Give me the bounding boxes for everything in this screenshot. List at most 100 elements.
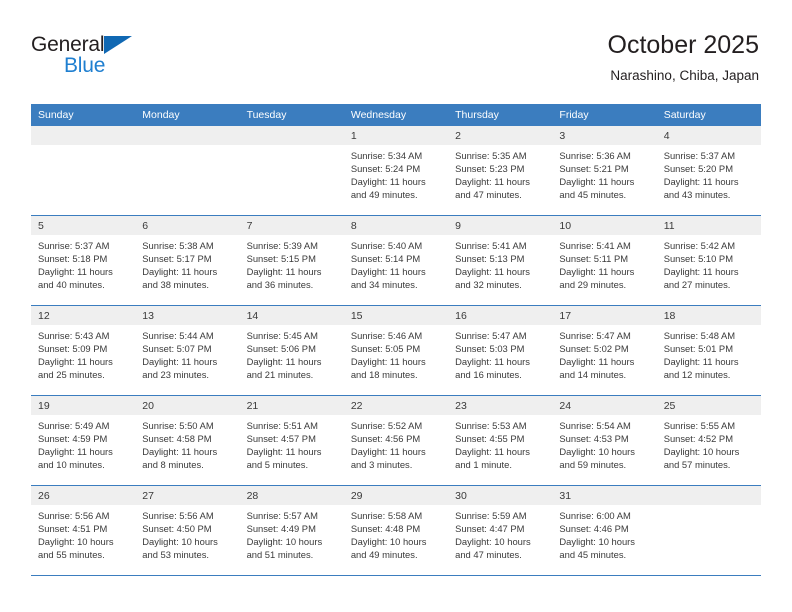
day-details: Sunrise: 5:47 AM Sunset: 5:02 PM Dayligh… xyxy=(552,325,656,382)
day-number xyxy=(656,486,761,505)
day-cell[interactable]: 13 Sunrise: 5:44 AM Sunset: 5:07 PM Dayl… xyxy=(135,305,240,396)
day-details: Sunrise: 5:43 AM Sunset: 5:09 PM Dayligh… xyxy=(31,325,135,382)
day-cell[interactable]: 5 Sunrise: 5:37 AM Sunset: 5:18 PM Dayli… xyxy=(31,215,136,306)
day-cell[interactable]: 21 Sunrise: 5:51 AM Sunset: 4:57 PM Dayl… xyxy=(239,395,344,486)
day-cell[interactable]: 29 Sunrise: 5:58 AM Sunset: 4:48 PM Dayl… xyxy=(343,485,449,576)
daylight-text-line2: and 40 minutes. xyxy=(38,278,105,290)
day-cell[interactable] xyxy=(31,126,136,216)
sunset-text: Sunset: 4:55 PM xyxy=(455,432,525,444)
daylight-text-line2: and 3 minutes. xyxy=(350,458,413,470)
day-number: 10 xyxy=(552,216,657,235)
day-cell[interactable]: 22 Sunrise: 5:52 AM Sunset: 4:56 PM Dayl… xyxy=(343,395,449,486)
day-number: 23 xyxy=(448,396,553,415)
sunrise-text: Sunrise: 5:47 AM xyxy=(559,330,631,341)
daylight-text-line1: Daylight: 11 hours xyxy=(246,265,322,277)
day-number: 3 xyxy=(552,126,657,145)
sunset-text: Sunset: 4:53 PM xyxy=(559,432,629,444)
daylight-text-line1: Daylight: 11 hours xyxy=(455,445,530,457)
sunset-text: Sunset: 5:10 PM xyxy=(663,252,733,264)
calendar-week-row: 12 Sunrise: 5:43 AM Sunset: 5:09 PM Dayl… xyxy=(31,305,761,396)
sunset-text: Sunset: 4:52 PM xyxy=(663,432,733,444)
sunrise-text: Sunrise: 5:51 AM xyxy=(246,420,318,431)
day-cell[interactable]: 3 Sunrise: 5:36 AM Sunset: 5:21 PM Dayli… xyxy=(552,126,657,216)
day-cell[interactable] xyxy=(239,126,344,216)
daylight-text-line2: and 53 minutes. xyxy=(142,548,209,560)
day-details: Sunrise: 6:00 AM Sunset: 4:46 PM Dayligh… xyxy=(552,505,656,562)
daylight-text-line2: and 12 minutes. xyxy=(663,368,731,380)
daylight-text-line2: and 16 minutes. xyxy=(455,368,522,380)
day-details: Sunrise: 5:57 AM Sunset: 4:49 PM Dayligh… xyxy=(240,505,344,562)
day-cell[interactable]: 23 Sunrise: 5:53 AM Sunset: 4:55 PM Dayl… xyxy=(448,395,553,486)
daylight-text-line2: and 5 minutes. xyxy=(246,458,309,470)
daylight-text-line1: Daylight: 11 hours xyxy=(559,355,635,367)
day-cell[interactable] xyxy=(656,485,761,576)
sunrise-text: Sunrise: 5:40 AM xyxy=(350,240,423,251)
day-cell[interactable]: 25 Sunrise: 5:55 AM Sunset: 4:52 PM Dayl… xyxy=(656,395,761,486)
day-cell[interactable]: 20 Sunrise: 5:50 AM Sunset: 4:58 PM Dayl… xyxy=(135,395,240,486)
sunset-text: Sunset: 5:21 PM xyxy=(559,162,629,174)
day-cell[interactable]: 17 Sunrise: 5:47 AM Sunset: 5:02 PM Dayl… xyxy=(552,305,657,396)
sunrise-text: Sunrise: 5:42 AM xyxy=(663,240,736,251)
sunrise-text: Sunrise: 5:52 AM xyxy=(350,420,423,431)
day-cell[interactable]: 19 Sunrise: 5:49 AM Sunset: 4:59 PM Dayl… xyxy=(31,395,136,486)
daylight-text-line1: Daylight: 11 hours xyxy=(663,175,739,187)
day-cell[interactable]: 18 Sunrise: 5:48 AM Sunset: 5:01 PM Dayl… xyxy=(656,305,761,396)
day-cell[interactable]: 4 Sunrise: 5:37 AM Sunset: 5:20 PM Dayli… xyxy=(656,126,761,216)
daylight-text-line1: Daylight: 11 hours xyxy=(142,265,218,277)
day-cell[interactable]: 14 Sunrise: 5:45 AM Sunset: 5:06 PM Dayl… xyxy=(239,305,344,396)
day-number: 20 xyxy=(135,396,240,415)
sunset-text: Sunset: 4:49 PM xyxy=(246,522,316,534)
day-details xyxy=(31,145,135,150)
day-cell[interactable] xyxy=(135,126,240,216)
day-cell[interactable]: 28 Sunrise: 5:57 AM Sunset: 4:49 PM Dayl… xyxy=(239,485,344,576)
day-number: 6 xyxy=(135,216,240,235)
daylight-text-line2: and 49 minutes. xyxy=(350,548,418,560)
sunset-text: Sunset: 5:17 PM xyxy=(142,252,212,264)
day-cell[interactable]: 16 Sunrise: 5:47 AM Sunset: 5:03 PM Dayl… xyxy=(448,305,553,396)
general-blue-logo[interactable]: General Blue xyxy=(31,33,211,85)
day-number: 28 xyxy=(239,486,344,505)
daylight-text-line1: Daylight: 10 hours xyxy=(142,535,218,547)
day-cell[interactable]: 1 Sunrise: 5:34 AM Sunset: 5:24 PM Dayli… xyxy=(343,126,449,216)
day-number: 19 xyxy=(31,396,136,415)
daylight-text-line1: Daylight: 11 hours xyxy=(38,355,113,367)
daylight-text-line1: Daylight: 11 hours xyxy=(663,265,739,277)
weekday-header-friday: Friday xyxy=(552,104,657,126)
sunrise-text: Sunrise: 5:50 AM xyxy=(142,420,214,431)
day-cell[interactable]: 12 Sunrise: 5:43 AM Sunset: 5:09 PM Dayl… xyxy=(31,305,136,396)
sunrise-text: Sunrise: 5:56 AM xyxy=(38,510,110,521)
day-number: 22 xyxy=(343,396,449,415)
daylight-text-line2: and 43 minutes. xyxy=(663,188,731,200)
daylight-text-line1: Daylight: 11 hours xyxy=(350,445,426,457)
sunrise-text: Sunrise: 5:49 AM xyxy=(38,420,110,431)
daylight-text-line2: and 45 minutes. xyxy=(559,548,627,560)
day-cell[interactable]: 31 Sunrise: 6:00 AM Sunset: 4:46 PM Dayl… xyxy=(552,485,657,576)
sunrise-text: Sunrise: 5:39 AM xyxy=(246,240,318,251)
day-cell[interactable]: 2 Sunrise: 5:35 AM Sunset: 5:23 PM Dayli… xyxy=(448,126,553,216)
sunrise-sunset-calendar: Sunday Monday Tuesday Wednesday Thursday… xyxy=(31,104,761,576)
day-details: Sunrise: 5:38 AM Sunset: 5:17 PM Dayligh… xyxy=(135,235,239,292)
daylight-text-line2: and 51 minutes. xyxy=(246,548,314,560)
sunset-text: Sunset: 5:11 PM xyxy=(559,252,629,264)
day-cell[interactable]: 6 Sunrise: 5:38 AM Sunset: 5:17 PM Dayli… xyxy=(135,215,240,306)
sunrise-text: Sunrise: 5:55 AM xyxy=(663,420,736,431)
day-cell[interactable]: 7 Sunrise: 5:39 AM Sunset: 5:15 PM Dayli… xyxy=(239,215,344,306)
sunrise-text: Sunrise: 5:41 AM xyxy=(455,240,527,251)
daylight-text-line2: and 55 minutes. xyxy=(38,548,105,560)
daylight-text-line1: Daylight: 10 hours xyxy=(663,445,740,457)
day-number: 5 xyxy=(31,216,136,235)
day-cell[interactable]: 27 Sunrise: 5:56 AM Sunset: 4:50 PM Dayl… xyxy=(135,485,240,576)
day-cell[interactable]: 24 Sunrise: 5:54 AM Sunset: 4:53 PM Dayl… xyxy=(552,395,657,486)
day-cell[interactable]: 15 Sunrise: 5:46 AM Sunset: 5:05 PM Dayl… xyxy=(343,305,449,396)
day-cell[interactable]: 30 Sunrise: 5:59 AM Sunset: 4:47 PM Dayl… xyxy=(448,485,553,576)
day-cell[interactable]: 8 Sunrise: 5:40 AM Sunset: 5:14 PM Dayli… xyxy=(343,215,449,306)
day-cell[interactable]: 9 Sunrise: 5:41 AM Sunset: 5:13 PM Dayli… xyxy=(448,215,553,306)
daylight-text-line1: Daylight: 11 hours xyxy=(246,355,322,367)
day-number xyxy=(135,126,240,145)
day-number: 13 xyxy=(135,306,240,325)
weekday-header-saturday: Saturday xyxy=(656,104,761,126)
day-cell[interactable]: 11 Sunrise: 5:42 AM Sunset: 5:10 PM Dayl… xyxy=(656,215,761,306)
daylight-text-line2: and 10 minutes. xyxy=(38,458,105,470)
day-cell[interactable]: 10 Sunrise: 5:41 AM Sunset: 5:11 PM Dayl… xyxy=(552,215,657,306)
day-cell[interactable]: 26 Sunrise: 5:56 AM Sunset: 4:51 PM Dayl… xyxy=(31,485,136,576)
